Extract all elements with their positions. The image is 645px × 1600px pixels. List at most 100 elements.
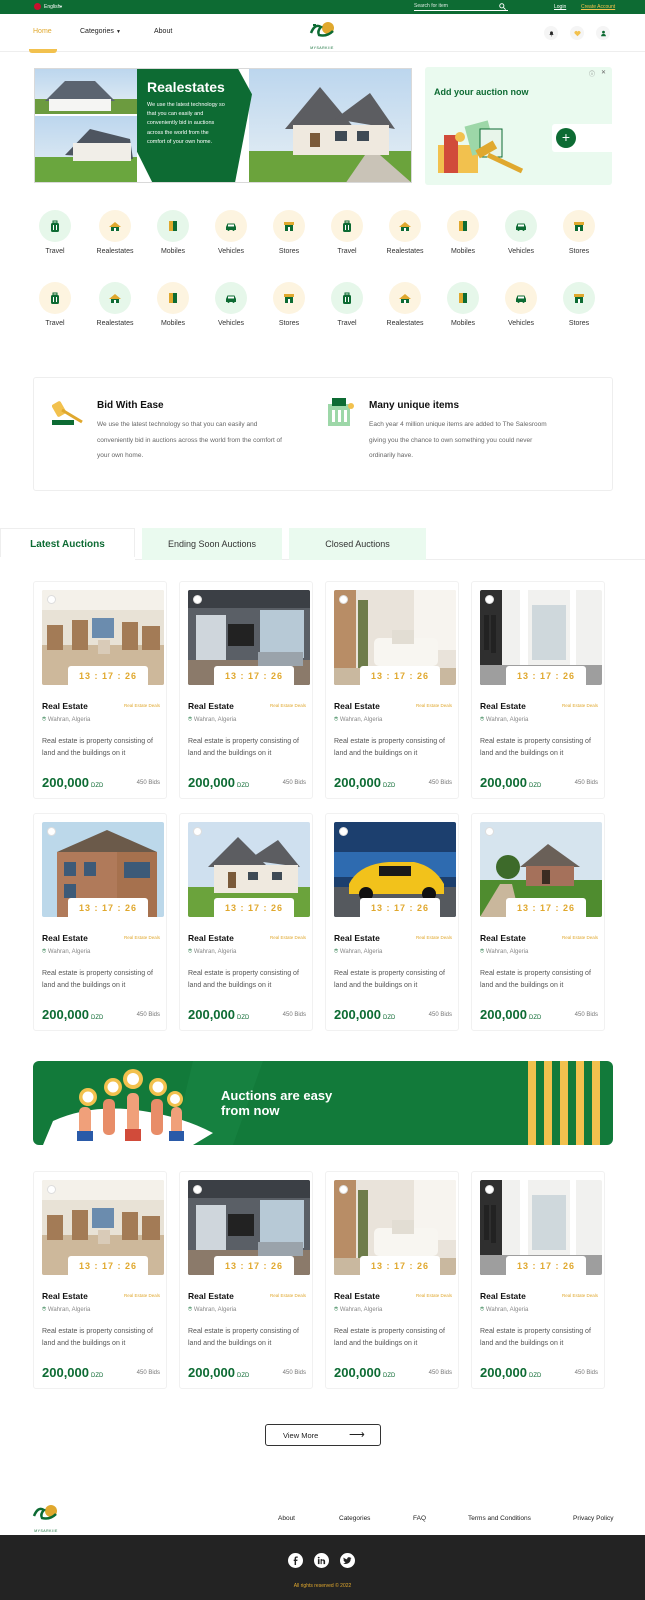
auction-card[interactable]: 13 : 17 : 26 Real Estate Real Estate Deals… (471, 581, 605, 799)
close-icon[interactable]: ✕ (601, 69, 606, 76)
footer-link-faq[interactable]: FAQ (413, 1515, 426, 1522)
category-label: Vehicles (507, 248, 535, 255)
category-travel[interactable]: Travel (30, 282, 80, 327)
nav-home[interactable]: Home (33, 28, 52, 35)
heart-icon[interactable] (193, 595, 202, 604)
heart-icon[interactable] (485, 595, 494, 604)
category-realestates[interactable]: Realestates (380, 210, 430, 255)
auction-card[interactable]: 13 : 17 : 26 Real Estate Real Estate Deals… (325, 581, 459, 799)
auction-card[interactable]: 13 : 17 : 26 Real Estate Real Estate Deals… (471, 1171, 605, 1389)
auction-card[interactable]: 13 : 17 : 26 Real Estate Real Estate Deals… (33, 1171, 167, 1389)
language-selector[interactable]: English (44, 4, 60, 10)
nav-about[interactable]: About (154, 28, 172, 35)
heart-icon[interactable] (485, 827, 494, 836)
category-realestates[interactable]: Realestates (90, 282, 140, 327)
auction-card[interactable]: 13 : 17 : 26 Real Estate Real Estate Deals… (179, 581, 313, 799)
search-icon[interactable] (499, 3, 506, 10)
heart-icon[interactable] (485, 1185, 494, 1194)
category-mobiles[interactable]: Mobiles (438, 282, 488, 327)
category-realestates[interactable]: Realestates (380, 282, 430, 327)
category-vehicles[interactable]: Vehicles (206, 282, 256, 327)
realestates-icon (99, 210, 131, 242)
auction-location: ⌾ Wahran, Algeria (188, 716, 237, 723)
category-vehicles[interactable]: Vehicles (496, 282, 546, 327)
auction-location: ⌾ Wahran, Algeria (42, 716, 91, 723)
add-auction-button[interactable]: + (556, 128, 576, 148)
location-pin-icon: ⌾ (188, 948, 193, 955)
hero-text: We use the latest technology so that you… (147, 102, 225, 145)
auction-description: Real estate is property consisting of la… (188, 970, 299, 989)
heart-icon[interactable] (47, 1185, 56, 1194)
footer-link-terms[interactable]: Terms and Conditions (468, 1515, 531, 1522)
facebook-icon (293, 1556, 298, 1565)
notification-button[interactable] (544, 26, 558, 40)
auction-card[interactable]: 13 : 17 : 26 Real Estate Real Estate Deals… (33, 813, 167, 1031)
logo[interactable]: MYSARKIIE (307, 19, 337, 50)
banner-title: Auctions are easy from now (221, 1088, 333, 1118)
footer-logo[interactable]: MYSARKIIE (30, 1502, 62, 1533)
category-stores[interactable]: Stores (264, 282, 314, 327)
category-realestates[interactable]: Realestates (90, 210, 140, 255)
category-travel[interactable]: Travel (30, 210, 80, 255)
category-stores[interactable]: Stores (554, 282, 604, 327)
category-travel[interactable]: Travel (322, 282, 372, 327)
category-mobiles[interactable]: Mobiles (148, 210, 198, 255)
auction-location: ⌾ Wahran, Algeria (334, 716, 383, 723)
tab-ending-soon[interactable]: Ending Soon Auctions (142, 528, 282, 560)
category-stores[interactable]: Stores (264, 210, 314, 255)
auction-card[interactable]: 13 : 17 : 26 Real Estate Real Estate Deals… (33, 581, 167, 799)
auction-card[interactable]: 13 : 17 : 26 Real Estate Real Estate Deals… (325, 813, 459, 1031)
linkedin-button[interactable] (314, 1553, 329, 1568)
add-auction-card[interactable]: Add your auction now ⓘ ✕ + (425, 67, 612, 185)
heart-icon[interactable] (47, 595, 56, 604)
heart-icon[interactable] (47, 827, 56, 836)
auction-price: 200,000 DZD (480, 775, 542, 790)
auction-tag: Real Estate Deals (269, 703, 306, 708)
auction-tag: Real Estate Deals (561, 935, 598, 940)
auction-price: 200,000 DZD (334, 1007, 396, 1022)
travel-icon (331, 282, 363, 314)
favorites-button[interactable] (570, 26, 584, 40)
hero-slider[interactable]: Realestates We use the latest technology… (34, 68, 412, 183)
category-label: Travel (337, 248, 357, 255)
category-travel[interactable]: Travel (322, 210, 372, 255)
create-account-link[interactable]: Create Account (581, 4, 615, 10)
stores-icon (563, 210, 595, 242)
tab-latest-auctions[interactable]: Latest Auctions (0, 528, 135, 560)
location-pin-icon: ⌾ (480, 716, 485, 723)
facebook-button[interactable] (288, 1553, 303, 1568)
footer-link-privacy[interactable]: Privacy Policy (573, 1515, 613, 1522)
tab-closed-auctions[interactable]: Closed Auctions (289, 528, 426, 560)
auction-card[interactable]: 13 : 17 : 26 Real Estate Real Estate Deals… (179, 1171, 313, 1389)
footer-link-categories[interactable]: Categories (339, 1515, 370, 1522)
ad-info-icon[interactable]: ⓘ (589, 69, 595, 78)
category-vehicles[interactable]: Vehicles (496, 210, 546, 255)
bid-count: 450 Bids (428, 1012, 452, 1018)
view-more-button[interactable]: View More ⟶ (265, 1424, 381, 1446)
category-mobiles[interactable]: Mobiles (438, 210, 488, 255)
category-stores[interactable]: Stores (554, 210, 604, 255)
twitter-button[interactable] (340, 1553, 355, 1568)
footer-link-about[interactable]: About (278, 1515, 295, 1522)
category-vehicles[interactable]: Vehicles (206, 210, 256, 255)
auction-title: Real Estate (480, 701, 526, 711)
auction-card[interactable]: 13 : 17 : 26 Real Estate Real Estate Deals… (325, 1171, 459, 1389)
auction-tag: Real Estate Deals (123, 935, 160, 940)
nav-categories[interactable]: Categories (80, 28, 114, 35)
heart-icon[interactable] (339, 827, 348, 836)
heart-icon[interactable] (339, 1185, 348, 1194)
account-button[interactable] (596, 26, 610, 40)
auction-description: Real estate is property consisting of la… (334, 970, 445, 989)
travel-icon (331, 210, 363, 242)
countdown-timer: 13 : 17 : 26 (360, 666, 440, 686)
login-link[interactable]: Login (554, 4, 566, 10)
heart-icon[interactable] (193, 827, 202, 836)
auction-card[interactable]: 13 : 17 : 26 Real Estate Real Estate Deals… (179, 813, 313, 1031)
heart-icon[interactable] (339, 595, 348, 604)
category-mobiles[interactable]: Mobiles (148, 282, 198, 327)
countdown-timer: 13 : 17 : 26 (360, 1256, 440, 1276)
auction-card[interactable]: 13 : 17 : 26 Real Estate Real Estate Deals… (471, 813, 605, 1031)
copyright: All rights reserved © 2022 (293, 1583, 352, 1589)
heart-icon[interactable] (193, 1185, 202, 1194)
search-input[interactable]: Search for item (414, 3, 508, 11)
